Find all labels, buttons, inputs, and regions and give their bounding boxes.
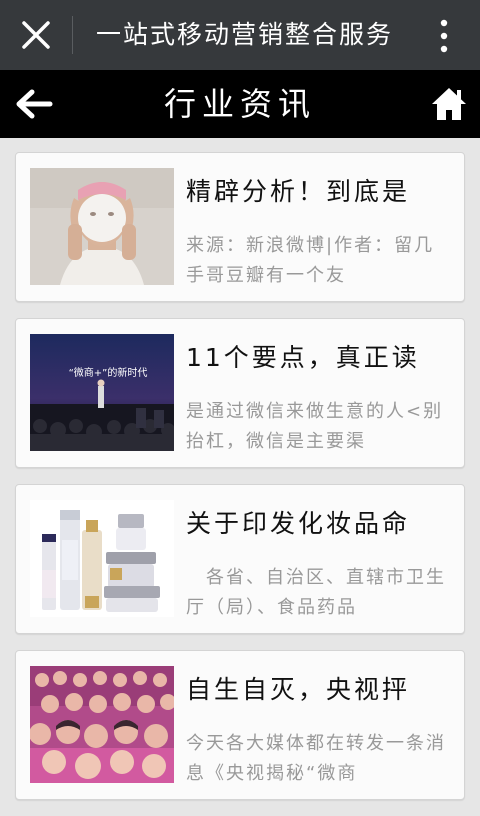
article-title: 精辟分析！到底是: [186, 177, 411, 206]
article-title: 自生自灭，央视抨: [186, 675, 411, 704]
article-summary: 今天各大媒体都在转发一条消息《央视揭秘“微商: [186, 733, 446, 784]
article-card[interactable]: “微商+”的新时代 11个要点，真正读 是通过微信来做生意的人<别抬杠，微信是主…: [15, 318, 465, 468]
article-summary: 各省、自治区、直辖市卫生厅（局）、食品药品: [186, 567, 446, 618]
thumbnail-caption: “微商+”的新时代: [69, 366, 148, 379]
article-summary: 是通过微信来做生意的人<别抬杠，微信是主要渠: [186, 401, 444, 452]
more-options-icon[interactable]: [434, 18, 454, 54]
article-thumbnail-crowd: [30, 666, 174, 783]
article-title: 11个要点，真正读: [186, 343, 420, 372]
article-card[interactable]: 精辟分析！到底是 来源：新浪微博|作者：留几手哥豆瓣有一个友: [15, 152, 465, 302]
article-thumbnail-conference: “微商+”的新时代: [30, 334, 174, 451]
app-title: 一站式移动营销整合服务: [96, 20, 394, 49]
page-title: 行业资讯: [163, 85, 316, 123]
page-header: 行业资讯: [0, 70, 480, 138]
top-bar-divider: [72, 16, 73, 54]
app-top-bar: 一站式移动营销整合服务: [0, 0, 480, 70]
article-list: 精辟分析！到底是 来源：新浪微博|作者：留几手哥豆瓣有一个友 “微商+”的新时代…: [15, 152, 465, 816]
close-icon[interactable]: [18, 17, 54, 53]
article-thumbnail-cosmetics: [30, 500, 174, 617]
article-title: 关于印发化妆品命: [186, 509, 411, 538]
article-thumbnail-face-mask: [30, 168, 174, 285]
home-icon[interactable]: [430, 86, 468, 122]
article-card[interactable]: 关于印发化妆品命 各省、自治区、直辖市卫生厅（局）、食品药品: [15, 484, 465, 634]
article-summary: 来源：新浪微博|作者：留几手哥豆瓣有一个友: [186, 235, 435, 286]
article-card[interactable]: 自生自灭，央视抨 今天各大媒体都在转发一条消息《央视揭秘“微商: [15, 650, 465, 800]
